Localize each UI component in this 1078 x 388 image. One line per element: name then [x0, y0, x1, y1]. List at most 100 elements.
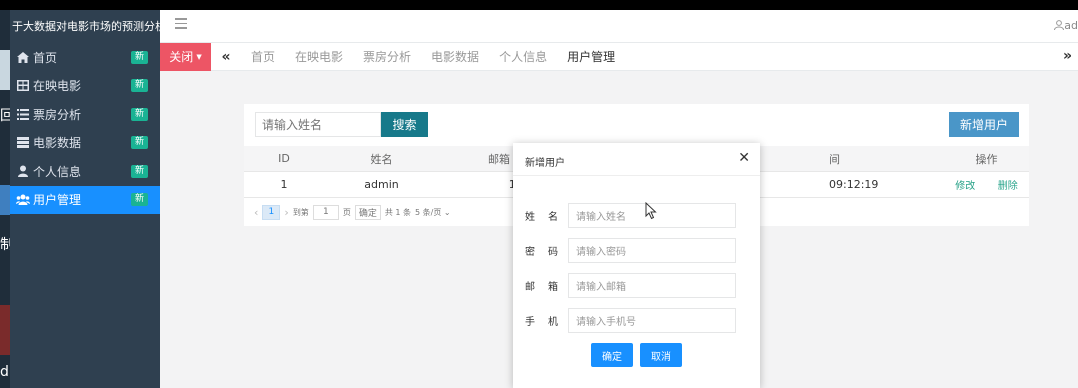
confirm-button[interactable]: 确定 [591, 343, 633, 367]
desktop-bleed: 回 制 d [0, 10, 10, 388]
close-tabs-label: 关闭 [169, 50, 194, 64]
desktop-icon [0, 50, 10, 90]
sidebar: 于大数据对电影市场的预测分析 首页 新 在映电影 新 票房分析 新 电影数据 新… [10, 10, 160, 388]
user-icon [15, 165, 31, 178]
dialog-title: 新增用户 [525, 158, 565, 169]
sidebar-item-label: 票房分析 [33, 107, 82, 122]
phone-label: 手机 [513, 313, 568, 328]
goto-label: 到第 [292, 207, 309, 217]
page-unit-label: 页 [342, 207, 351, 217]
desktop-icon [0, 305, 10, 355]
col-name: 姓名 [370, 152, 393, 166]
user-icon [1054, 20, 1065, 31]
tab-scroll-left[interactable]: « [211, 49, 241, 65]
new-badge: 新 [130, 164, 148, 178]
total-count: 共 1 条 [384, 207, 412, 217]
goto-page-input[interactable]: 1 [312, 204, 339, 220]
close-tabs-button[interactable]: 关闭 ▼ [160, 42, 211, 71]
tab-box-office[interactable]: 票房分析 [353, 43, 421, 71]
add-user-button[interactable]: 新增用户 [949, 112, 1019, 137]
page-size-select[interactable]: 5 条/页 ⌄ [415, 207, 451, 218]
tab-movie-data[interactable]: 电影数据 [421, 43, 489, 71]
col-time: 间 [829, 152, 840, 166]
label-char: 邮 [525, 282, 535, 293]
sidebar-item-user-management[interactable]: 用户管理 新 [10, 185, 160, 214]
new-badge: 新 [130, 79, 148, 93]
new-badge: 新 [130, 107, 148, 121]
new-badge: 新 [130, 136, 148, 150]
tab-now-showing[interactable]: 在映电影 [285, 43, 353, 71]
cell-actions: 修改 删除 [944, 177, 1029, 192]
chevron-down-icon: ⌄ [443, 207, 451, 217]
user-menu[interactable]: ad [1054, 19, 1078, 32]
pagination: ‹ 1 › 到第 1 页 确定 共 1 条 5 条/页 ⌄ [254, 203, 455, 221]
tab-profile[interactable]: 个人信息 [489, 43, 557, 71]
top-black-strip [0, 0, 1078, 10]
name-row: 姓名 请输入姓名 [513, 203, 760, 228]
new-badge: 新 [130, 193, 148, 207]
prev-page-button[interactable]: ‹ [254, 206, 258, 219]
tab-user-management[interactable]: 用户管理 [557, 43, 625, 71]
page-1-button[interactable]: 1 [262, 204, 281, 220]
desktop-icon [0, 185, 10, 215]
desktop-text: 回 [0, 108, 10, 124]
next-page-button[interactable]: › [284, 206, 288, 219]
phone-row: 手机 请输入手机号 [513, 308, 760, 333]
goto-confirm-button[interactable]: 确定 [354, 204, 381, 220]
home-icon [15, 51, 31, 63]
sidebar-item-now-showing[interactable]: 在映电影 新 [10, 72, 160, 101]
email-label: 邮箱 [513, 278, 568, 293]
sidebar-item-label: 用户管理 [33, 193, 82, 208]
users-icon [15, 194, 31, 206]
tab-bar: 关闭 ▼ « 首页 在映电影 票房分析 电影数据 个人信息 用户管理 » [160, 42, 1078, 71]
mouse-cursor-icon [645, 202, 657, 220]
password-row: 密码 请输入密码 [513, 238, 760, 263]
delete-link[interactable]: 删除 [998, 177, 1018, 192]
top-header: ad [160, 10, 1078, 43]
label-char: 名 [548, 212, 558, 223]
cell-id: 1 [280, 178, 288, 191]
label-char: 手 [525, 317, 535, 328]
password-field[interactable]: 请输入密码 [568, 238, 736, 263]
sidebar-item-label: 电影数据 [33, 136, 82, 151]
label-char: 姓 [525, 212, 535, 223]
tab-scroll-right[interactable]: » [1063, 48, 1072, 64]
col-action: 操作 [975, 152, 998, 166]
label-char: 箱 [548, 282, 558, 293]
table-icon [15, 137, 31, 149]
add-user-dialog: 新增用户 ✕ 姓名 请输入姓名 密码 请输入密码 邮箱 请输入邮箱 手机 请输入… [513, 143, 760, 388]
sidebar-item-movie-data[interactable]: 电影数据 新 [10, 129, 160, 158]
menu-toggle-icon[interactable] [175, 18, 187, 32]
password-label: 密码 [513, 243, 568, 258]
name-label: 姓名 [513, 208, 568, 223]
page-size-value: 5 条/页 [415, 207, 442, 217]
desktop-text: d [0, 364, 9, 380]
label-char: 机 [548, 317, 558, 328]
label-char: 码 [548, 247, 558, 258]
new-badge: 新 [130, 50, 148, 64]
tab-home[interactable]: 首页 [241, 43, 285, 71]
grid-icon [15, 80, 31, 92]
search-input[interactable] [255, 112, 381, 137]
edit-link[interactable]: 修改 [955, 177, 975, 192]
app-title: 于大数据对电影市场的预测分析 [10, 10, 160, 43]
email-field[interactable]: 请输入邮箱 [568, 273, 736, 298]
close-icon[interactable]: ✕ [738, 150, 750, 166]
cell-name: admin [364, 178, 399, 191]
sidebar-item-label: 首页 [33, 50, 58, 65]
email-row: 邮箱 请输入邮箱 [513, 273, 760, 298]
sidebar-item-home[interactable]: 首页 新 [10, 43, 160, 72]
cell-time: 09:12:19 [829, 178, 879, 191]
phone-field[interactable]: 请输入手机号 [568, 308, 736, 333]
dialog-header: 新增用户 ✕ [513, 143, 760, 176]
sidebar-item-profile[interactable]: 个人信息 新 [10, 157, 160, 186]
sidebar-item-box-office[interactable]: 票房分析 新 [10, 100, 160, 129]
col-id: ID [278, 152, 290, 165]
label-char: 密 [525, 247, 535, 258]
sidebar-item-label: 在映电影 [33, 79, 82, 94]
caret-down-icon: ▼ [196, 52, 202, 61]
list-icon [15, 108, 31, 120]
user-name: ad [1064, 19, 1078, 32]
cancel-button[interactable]: 取消 [640, 343, 682, 367]
search-button[interactable]: 搜索 [381, 112, 428, 137]
